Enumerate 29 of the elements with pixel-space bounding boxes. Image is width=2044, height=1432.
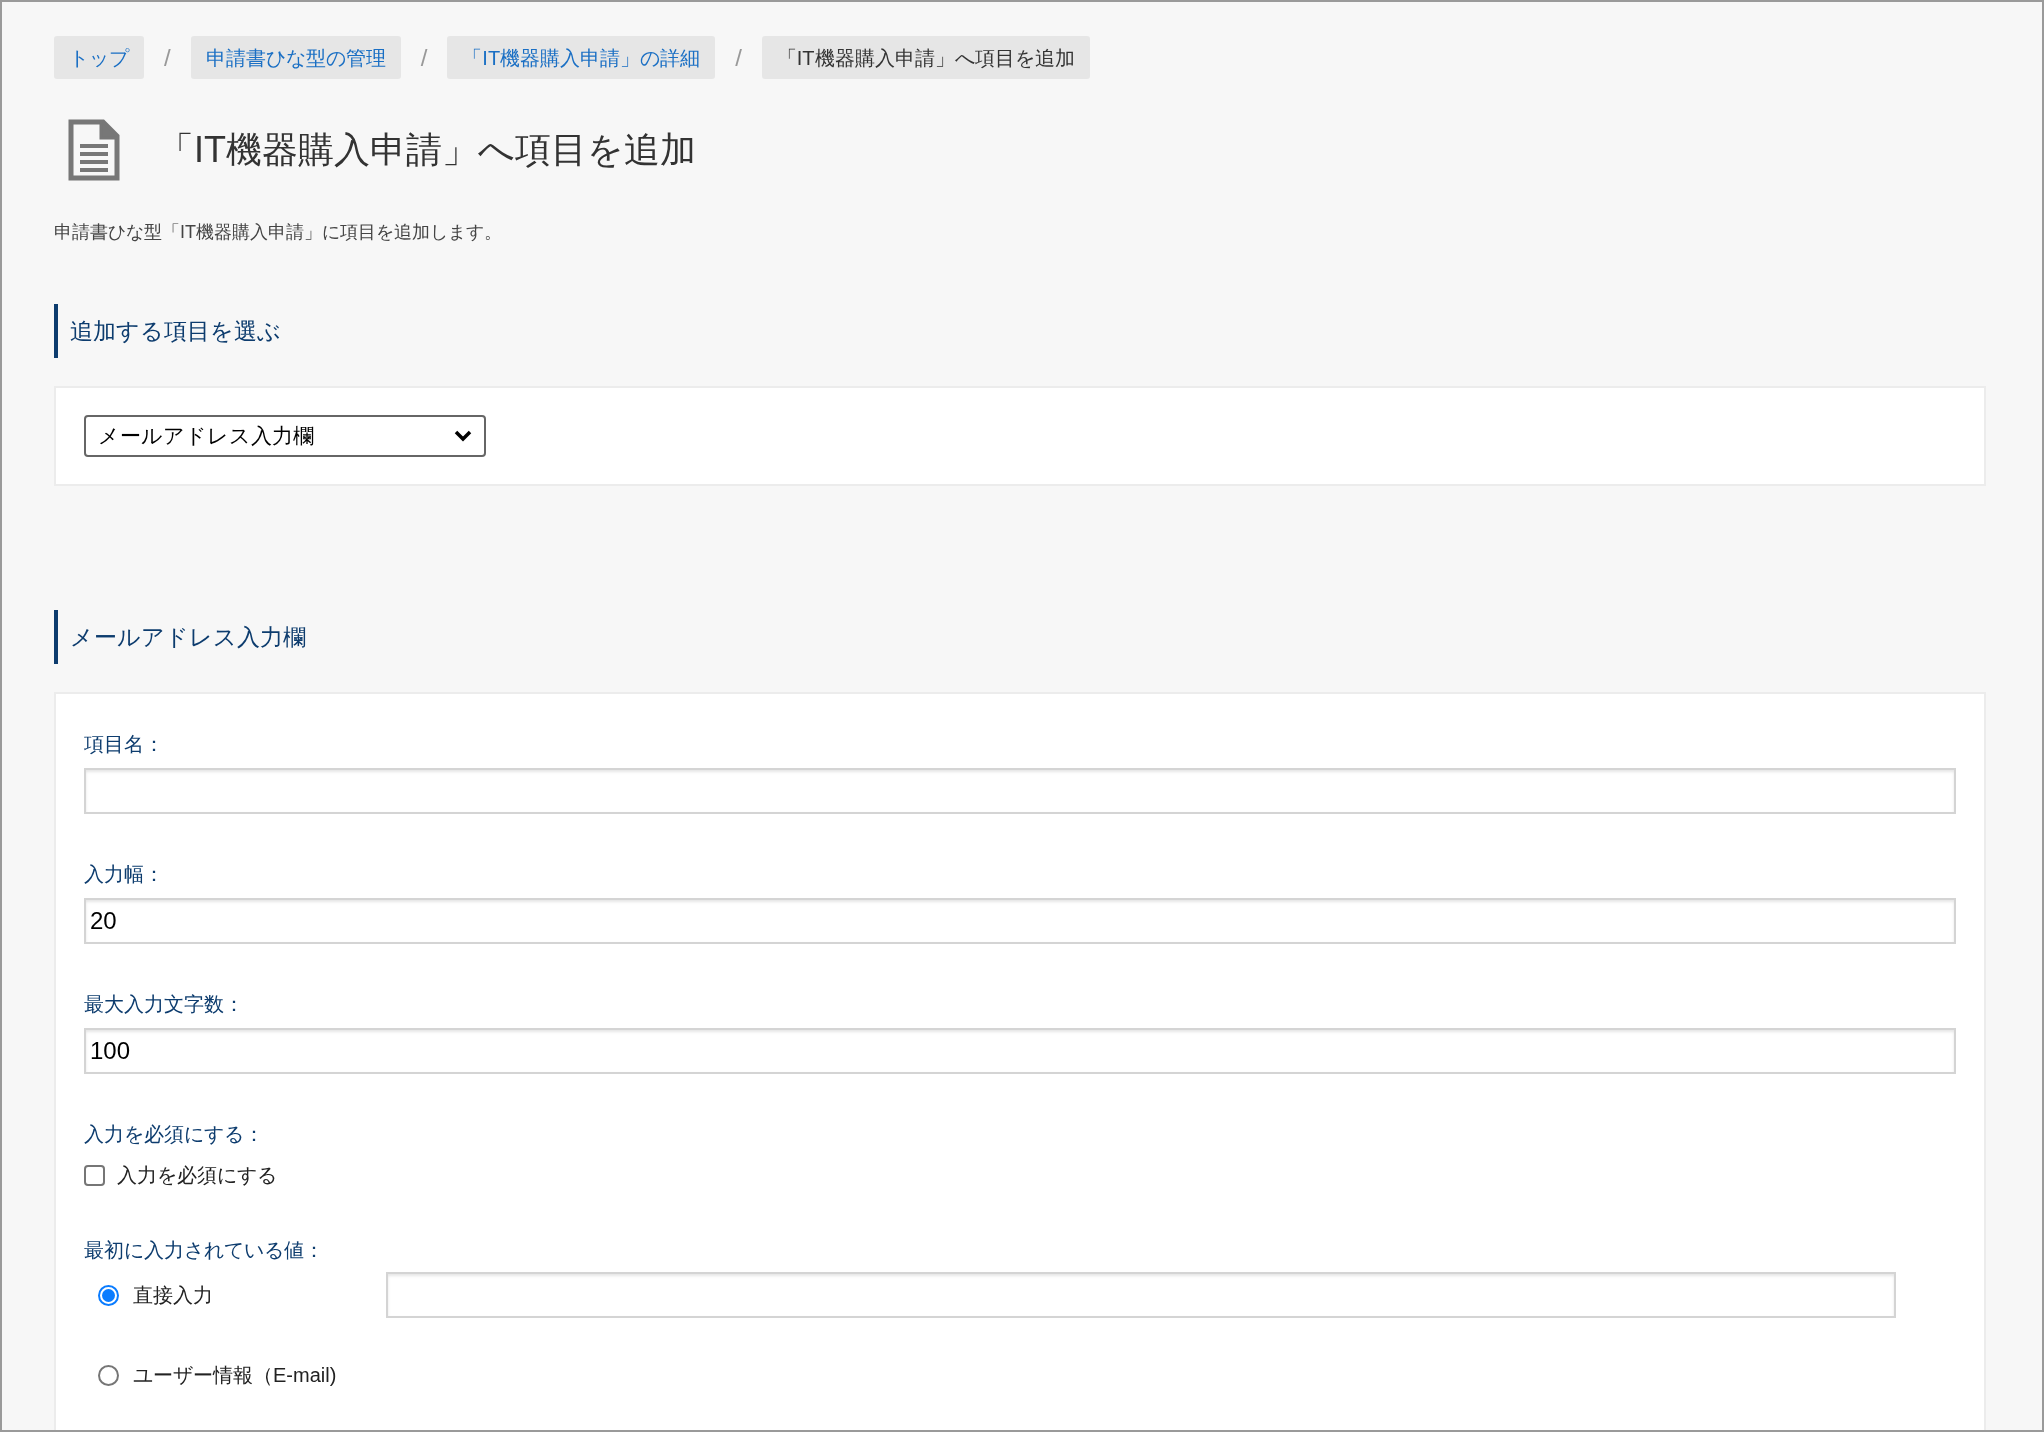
page-title: 「IT機器購入申請」へ項目を追加 (158, 128, 696, 172)
breadcrumb-current: 「IT機器購入申請」へ項目を追加 (761, 36, 1090, 79)
radio-label: 直接入力 (133, 1283, 213, 1308)
field-label: 最大入力文字数： (84, 992, 244, 1017)
checkbox[interactable] (84, 1164, 105, 1186)
checkbox-label: 入力を必須にする (117, 1163, 277, 1188)
breadcrumb-separator: / (734, 42, 743, 73)
section-heading: 追加する項目を選ぶ (70, 317, 282, 346)
radio-button[interactable] (98, 1364, 119, 1386)
breadcrumb-link[interactable]: 申請書ひな型の管理 (190, 36, 401, 79)
input-field[interactable]: 20 (84, 898, 1956, 944)
breadcrumb-link[interactable]: トップ (54, 36, 144, 79)
select-dropdown[interactable]: メールアドレス入力欄 (84, 415, 486, 457)
breadcrumb-separator: / (419, 42, 429, 73)
radio-label: ユーザー情報（E-mail) (133, 1363, 337, 1388)
breadcrumb-link[interactable]: 「IT機器購入申請」の詳細 (447, 36, 716, 79)
breadcrumb-separator: / (163, 42, 172, 73)
page-description: 申請書ひな型「IT機器購入申請」に項目を追加します。 (54, 221, 503, 244)
field-label: 最初に入力されている値： (84, 1238, 324, 1263)
field-label: 項目名： (84, 732, 164, 757)
chevron-down-icon (454, 430, 472, 442)
radio-button[interactable] (98, 1284, 119, 1306)
document-icon (68, 119, 120, 181)
input-field[interactable]: 100 (84, 1028, 1956, 1074)
field-label: 入力を必須にする： (84, 1122, 264, 1147)
input-field[interactable] (84, 768, 1956, 814)
section-heading: メールアドレス入力欄 (70, 623, 307, 652)
field-label: 入力幅： (84, 862, 164, 887)
input-field[interactable] (386, 1272, 1896, 1318)
